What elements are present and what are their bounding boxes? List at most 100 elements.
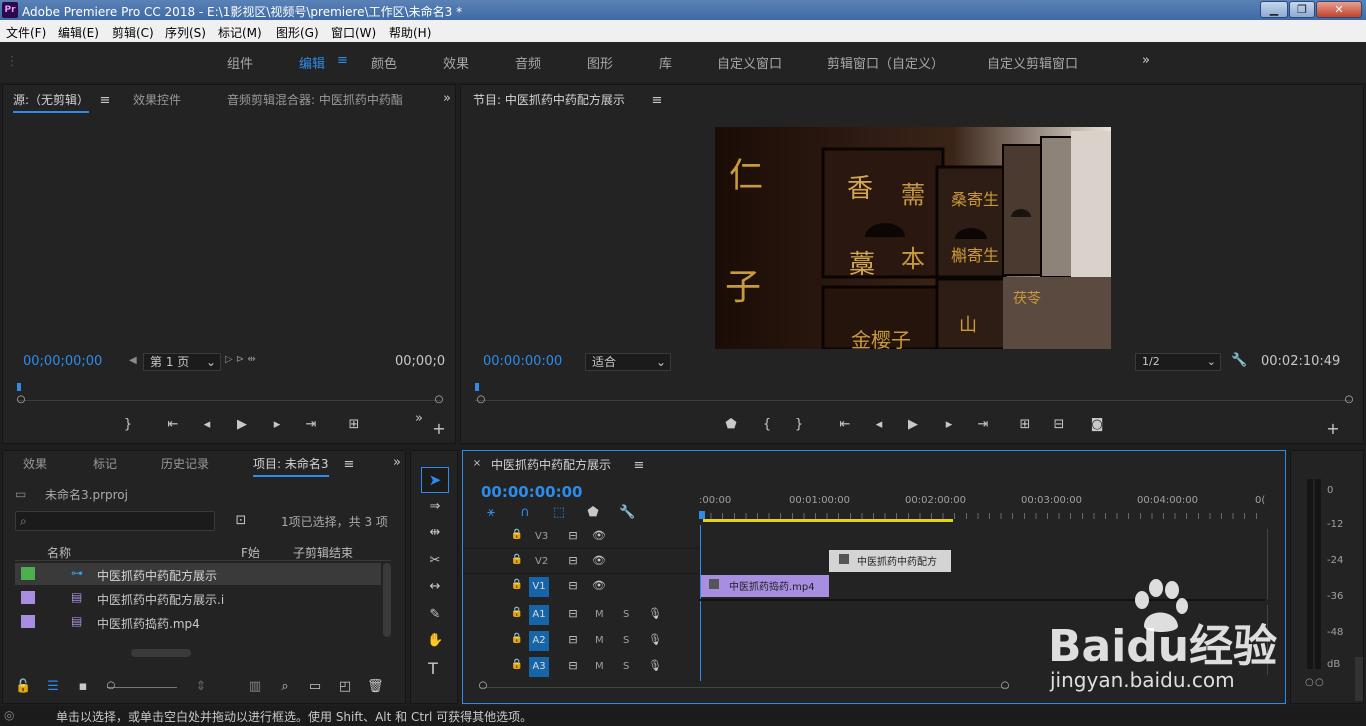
hand-tool[interactable]: ✋ bbox=[427, 633, 443, 648]
project-menu-icon[interactable]: ≡ bbox=[341, 457, 357, 472]
project-overflow-icon[interactable]: » bbox=[389, 455, 405, 470]
lift-icon[interactable]: ⊞ bbox=[1017, 417, 1033, 432]
add-button-icon[interactable]: + bbox=[431, 419, 447, 438]
step-forward-icon[interactable]: ▸ bbox=[269, 417, 285, 432]
source-playhead[interactable] bbox=[17, 383, 21, 391]
work-area-bar[interactable] bbox=[703, 519, 953, 522]
wrench-icon[interactable]: 🔧 bbox=[1231, 353, 1247, 368]
track-lock-icon[interactable]: 🔒 bbox=[509, 607, 525, 618]
track-lock-icon[interactable]: 🔒 bbox=[509, 659, 525, 670]
track-lock-icon[interactable]: 🔒 bbox=[509, 579, 525, 590]
time-ruler[interactable]: :00:00 00:01:00:00 00:02:00:00 00:03:00:… bbox=[699, 479, 1265, 525]
nest-icon[interactable]: ⚹ bbox=[483, 505, 499, 520]
mute-button[interactable]: M bbox=[595, 661, 604, 672]
mic-icon[interactable]: 🎙 bbox=[647, 607, 663, 620]
page-select[interactable]: 第 1 页 ⌄ bbox=[143, 353, 221, 371]
program-add-button-icon[interactable]: + bbox=[1325, 419, 1341, 438]
list-view-icon[interactable]: ☰ bbox=[45, 679, 61, 694]
workspace-assembly[interactable]: 组件 bbox=[227, 53, 253, 72]
workspace-custom-clip[interactable]: 自定义剪辑窗口 bbox=[987, 53, 1078, 72]
workspace-custom-window[interactable]: 自定义窗口 bbox=[717, 53, 782, 72]
label-color-swatch[interactable] bbox=[21, 567, 35, 580]
tab-menu-icon[interactable]: ≡ bbox=[97, 93, 113, 108]
track-lock-icon[interactable]: 🔒 bbox=[509, 633, 525, 644]
prev-page-icon[interactable]: ◀ bbox=[129, 355, 137, 366]
mic-icon[interactable]: 🎙 bbox=[647, 659, 663, 672]
tab-project[interactable]: 项目: 未命名3 bbox=[253, 455, 329, 477]
mic-icon[interactable]: 🎙 bbox=[647, 633, 663, 646]
automate-icon[interactable]: ▥ bbox=[247, 679, 263, 694]
project-hscroll[interactable] bbox=[131, 649, 191, 657]
linked-selection-icon[interactable]: ⬚ bbox=[551, 505, 567, 520]
close-button[interactable]: ✕ bbox=[1316, 1, 1362, 18]
project-vscroll[interactable] bbox=[383, 563, 391, 637]
mark-in-icon[interactable]: { bbox=[759, 417, 775, 432]
menu-sequence[interactable]: 序列(S) bbox=[165, 24, 206, 41]
find-icon[interactable]: ⌕ bbox=[277, 679, 293, 694]
tab-markers[interactable]: 标记 bbox=[93, 455, 117, 472]
track-target-a2[interactable]: A2 bbox=[529, 631, 549, 651]
page-nav-icons[interactable]: ▷ ⊳ ⇹ bbox=[225, 354, 256, 365]
track-target-v1[interactable]: V1 bbox=[529, 577, 549, 597]
sort-icon[interactable]: ⇕ bbox=[193, 679, 209, 694]
eye-icon[interactable]: 👁 bbox=[591, 579, 607, 592]
list-item[interactable]: ▤ 中医抓药捣药.mp4 bbox=[15, 611, 381, 633]
program-timecode[interactable]: 00:00:00:00 bbox=[483, 354, 562, 369]
toggle-sync-icon[interactable]: ⊟ bbox=[565, 659, 581, 672]
tab-audio-clip-mixer[interactable]: 音频剪辑混合器: 中医抓药中药酯 bbox=[227, 91, 420, 108]
workspace-libraries[interactable]: 库 bbox=[659, 53, 672, 72]
project-search-input[interactable]: ⌕ bbox=[15, 511, 215, 531]
track-label[interactable]: V3 bbox=[535, 531, 548, 542]
tab-effects[interactable]: 效果 bbox=[23, 455, 47, 472]
new-bin-icon[interactable]: ▭ bbox=[307, 679, 323, 694]
lock-icon[interactable]: 🔓 bbox=[15, 679, 31, 694]
menu-clip[interactable]: 剪辑(C) bbox=[112, 24, 154, 41]
sequence-tab[interactable]: 中医抓药中药配方展示 bbox=[491, 456, 611, 473]
column-subclip-end[interactable]: 子剪辑结束 bbox=[293, 544, 353, 561]
slip-tool[interactable]: ↔ bbox=[427, 579, 443, 594]
program-scrollbar[interactable] bbox=[475, 395, 1351, 401]
menu-file[interactable]: 文件(F) bbox=[6, 24, 46, 41]
mute-button[interactable]: M bbox=[595, 609, 604, 620]
tab-source[interactable]: 源:（无剪辑） bbox=[13, 91, 90, 113]
timeline-timecode[interactable]: 00:00:00:00 bbox=[481, 483, 583, 501]
hscroll-right-handle[interactable]: ○ bbox=[997, 680, 1013, 691]
timeline-hscroll[interactable] bbox=[479, 687, 1009, 688]
add-marker-timeline-icon[interactable]: ⬟ bbox=[585, 505, 601, 520]
track-label[interactable]: V2 bbox=[535, 556, 548, 567]
list-item[interactable]: ⊶ 中医抓药中药配方展示 bbox=[15, 563, 381, 585]
toggle-sync-icon[interactable]: ⊟ bbox=[565, 554, 581, 567]
mark-out-icon[interactable]: } bbox=[120, 417, 136, 432]
program-title[interactable]: 节目: 中医抓药中药配方展示 bbox=[473, 91, 625, 108]
program-menu-icon[interactable]: ≡ bbox=[649, 93, 665, 108]
maximize-button[interactable]: ❐ bbox=[1289, 1, 1315, 18]
clip-v2[interactable]: 中医抓药中药配方 bbox=[829, 550, 951, 572]
track-target-a3[interactable]: A3 bbox=[529, 657, 549, 677]
playback-resolution-select[interactable]: 1/2 ⌄ bbox=[1135, 353, 1221, 371]
fit-select[interactable]: 适合 ⌄ bbox=[585, 353, 671, 371]
workspace-overflow-icon[interactable]: » bbox=[1142, 53, 1150, 68]
eye-icon[interactable]: 👁 bbox=[591, 554, 607, 567]
ripple-edit-tool[interactable]: ⇹ bbox=[427, 525, 443, 540]
column-start[interactable]: F始 bbox=[241, 544, 260, 561]
solo-button[interactable]: S bbox=[623, 661, 629, 672]
solo-right-icon[interactable]: ○ bbox=[1315, 677, 1324, 688]
type-tool[interactable]: T bbox=[425, 659, 441, 678]
program-scroll-right[interactable]: ○ bbox=[1341, 394, 1357, 405]
timeline-settings-icon[interactable]: 🔧 bbox=[619, 505, 635, 520]
track-lock-icon[interactable]: 🔒 bbox=[509, 554, 525, 565]
selection-tool[interactable]: ➤ bbox=[421, 467, 449, 493]
panel-overflow-icon[interactable]: » bbox=[439, 91, 455, 106]
solo-button[interactable]: S bbox=[623, 635, 629, 646]
track-lock-icon[interactable]: 🔒 bbox=[509, 529, 525, 540]
new-bin-from-search-icon[interactable]: ⊡ bbox=[233, 513, 249, 528]
tab-effect-controls[interactable]: 效果控件 bbox=[133, 91, 181, 108]
menu-window[interactable]: 窗口(W) bbox=[331, 24, 376, 41]
track-select-tool[interactable]: ⇒ bbox=[427, 499, 443, 514]
solo-left-icon[interactable]: ○ bbox=[1305, 677, 1314, 688]
minimize-button[interactable]: ▁ bbox=[1260, 1, 1288, 18]
trash-icon[interactable]: 🗑 bbox=[367, 679, 384, 694]
workspace-color[interactable]: 颜色 bbox=[371, 53, 397, 72]
scroll-handle-left[interactable]: ○ bbox=[13, 394, 29, 405]
program-playhead[interactable] bbox=[475, 383, 479, 391]
